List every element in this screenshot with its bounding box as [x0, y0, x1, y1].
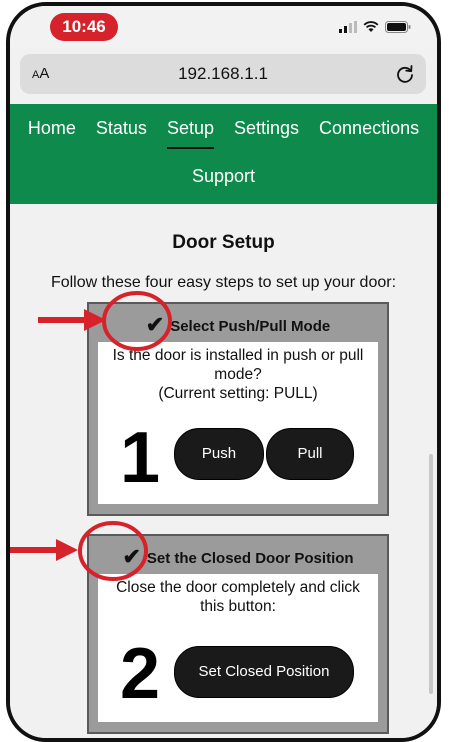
step-2-body: Close the door completely and click this…: [98, 574, 378, 722]
status-icons: [339, 19, 411, 35]
push-button[interactable]: Push: [174, 428, 264, 480]
step-2-panel: ✔ Set the Closed Door Position Close the …: [87, 534, 389, 734]
main-nav: Home Status Setup Settings Connections S…: [10, 104, 437, 204]
step-1-current-setting: (Current setting: PULL): [158, 385, 318, 402]
url-text[interactable]: 192.168.1.1: [20, 54, 426, 94]
nav-status[interactable]: Status: [86, 118, 157, 139]
page-title: Door Setup: [172, 232, 275, 253]
set-closed-position-button[interactable]: Set Closed Position: [174, 646, 354, 698]
step-1-title: Select Push/Pull Mode: [170, 318, 331, 335]
pull-button[interactable]: Pull: [266, 428, 354, 480]
step-2-title: Set the Closed Door Position: [146, 550, 354, 567]
reload-icon[interactable]: [394, 63, 416, 85]
battery-icon: [385, 21, 411, 33]
address-bar[interactable]: AAAA 192.168.1.1: [20, 54, 426, 94]
signal-icon: [339, 21, 357, 33]
page-content: Door Setup Follow these four easy steps …: [10, 204, 437, 738]
nav-home[interactable]: Home: [18, 118, 86, 139]
status-bar: 10:46: [10, 6, 437, 48]
step-1-body: Is the door is installed in push or pull…: [98, 342, 378, 504]
step-1-question-text: Is the door is installed in push or pull…: [112, 347, 364, 383]
wifi-icon: [363, 21, 379, 32]
step-1-number: 1: [120, 418, 161, 498]
clock: 10:46: [50, 13, 118, 41]
checkmark-icon: ✔: [145, 312, 165, 337]
nav-support[interactable]: Support: [182, 166, 265, 187]
step-1-header: ✔ Select Push/Pull Mode: [89, 310, 387, 340]
step-2-question: Close the door completely and click this…: [116, 579, 360, 615]
step-1-panel: ✔ Select Push/Pull Mode Is the door is in…: [87, 302, 389, 516]
checkmark-icon: ✔: [122, 544, 141, 569]
intro-text: Follow these four easy steps to set up y…: [50, 274, 397, 291]
step-2-header: ✔ Set the Closed Door Position: [89, 542, 387, 572]
nav-settings[interactable]: Settings: [224, 118, 309, 139]
nav-setup[interactable]: Setup: [157, 118, 224, 149]
nav-row-primary: Home Status Setup Settings Connections: [10, 118, 437, 149]
step-1-question: Is the door is installed in push or pull…: [108, 346, 368, 403]
scrollbar[interactable]: [429, 454, 433, 694]
phone-frame: 10:46 AA 192.168.1.1 Home Status Setup S…: [6, 2, 441, 742]
nav-connections[interactable]: Connections: [309, 118, 429, 139]
screen: 10:46 AA 192.168.1.1 Home Status Setup S…: [10, 6, 437, 738]
step-2-number: 2: [120, 634, 161, 714]
nav-row-secondary: Support: [10, 166, 437, 187]
